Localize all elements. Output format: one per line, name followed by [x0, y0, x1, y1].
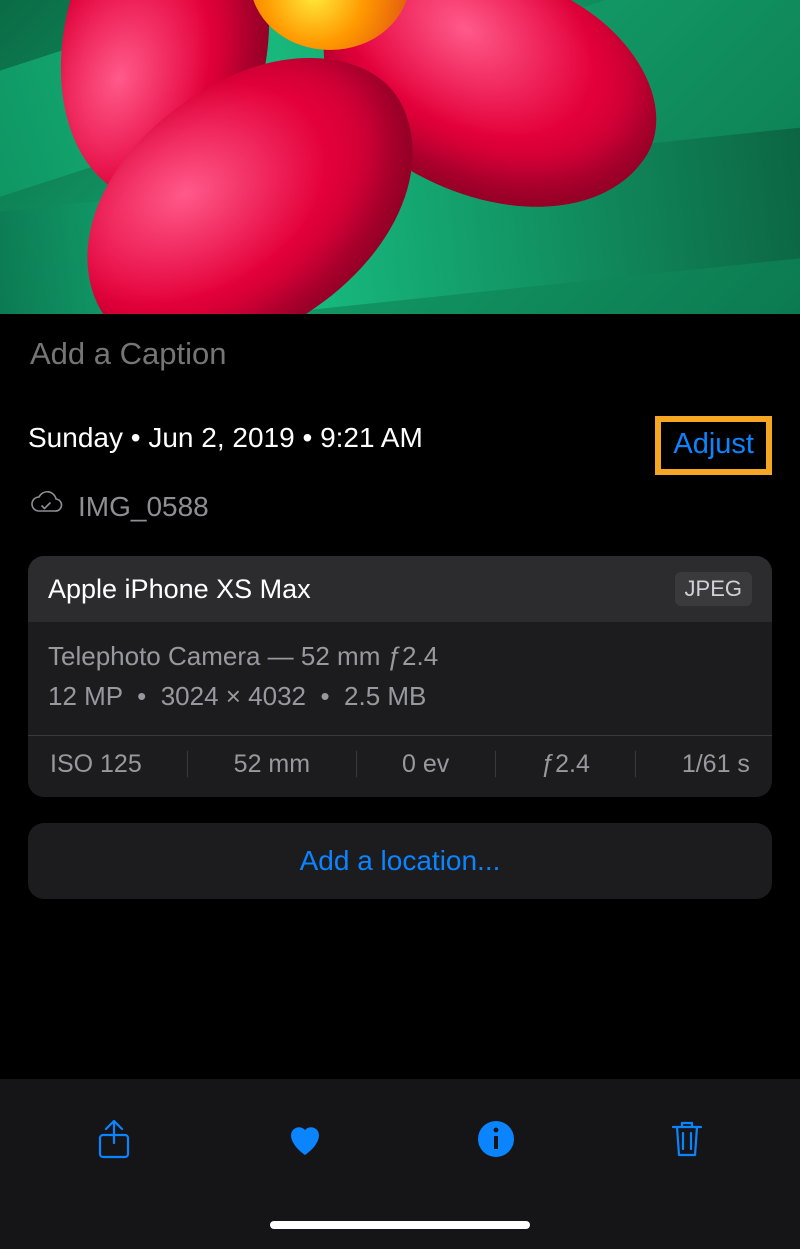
dot-separator: • — [131, 422, 149, 453]
filename-label: IMG_0588 — [78, 491, 209, 523]
focal-length-label: 52 mm — [234, 750, 310, 779]
date-line: Sunday • Jun 2, 2019 • 9:21 AM — [28, 422, 423, 454]
divider — [356, 751, 357, 777]
caption-row — [0, 314, 800, 398]
heart-icon — [283, 1117, 327, 1166]
filename-row: IMG_0588 — [0, 475, 800, 556]
dot-separator: • — [302, 422, 320, 453]
shutter-label: 1/61 s — [682, 750, 750, 779]
trash-icon — [665, 1117, 709, 1166]
exif-card: Apple iPhone XS Max JPEG Telephoto Camer… — [28, 556, 772, 797]
iso-label: ISO 125 — [50, 750, 142, 779]
lens-label: Telephoto Camera — 52 mm ƒ2.4 — [48, 636, 752, 676]
share-icon — [92, 1117, 136, 1166]
resolution-line: 12 MP • 3024 × 4032 • 2.5 MB — [48, 676, 752, 716]
filesize-label: 2.5 MB — [344, 681, 426, 711]
format-badge: JPEG — [675, 572, 752, 606]
divider — [635, 751, 636, 777]
device-label: Apple iPhone XS Max — [48, 574, 311, 605]
add-location-button[interactable]: Add a location... — [28, 823, 772, 899]
exif-card-body: Telephoto Camera — 52 mm ƒ2.4 12 MP • 30… — [28, 622, 772, 736]
adjust-highlight-box: Adjust — [655, 416, 772, 475]
time-label: 9:21 AM — [320, 422, 423, 453]
dot-separator: • — [313, 681, 344, 711]
divider — [187, 751, 188, 777]
photo-preview[interactable] — [0, 0, 800, 314]
bottom-toolbar — [0, 1079, 800, 1249]
delete-button[interactable] — [659, 1113, 715, 1169]
favorite-button[interactable] — [277, 1113, 333, 1169]
divider — [495, 751, 496, 777]
info-button[interactable] — [468, 1113, 524, 1169]
caption-input[interactable] — [30, 336, 770, 372]
ev-label: 0 ev — [402, 750, 449, 779]
home-indicator[interactable] — [270, 1221, 530, 1229]
info-icon — [474, 1117, 518, 1166]
adjust-button[interactable]: Adjust — [673, 428, 754, 460]
cloud-sync-icon — [28, 485, 64, 528]
date-label: Jun 2, 2019 — [148, 422, 294, 453]
aperture-label: ƒ2.4 — [541, 750, 590, 779]
dimensions-label: 3024 × 4032 — [161, 681, 306, 711]
dot-separator: • — [130, 681, 161, 711]
add-location-label: Add a location... — [300, 845, 501, 876]
weekday-label: Sunday — [28, 422, 123, 453]
share-button[interactable] — [86, 1113, 142, 1169]
exif-card-footer: ISO 125 52 mm 0 ev ƒ2.4 1/61 s — [28, 736, 772, 797]
info-header: Sunday • Jun 2, 2019 • 9:21 AM Adjust — [0, 398, 800, 475]
megapixels-label: 12 MP — [48, 681, 123, 711]
exif-card-header: Apple iPhone XS Max JPEG — [28, 556, 772, 622]
